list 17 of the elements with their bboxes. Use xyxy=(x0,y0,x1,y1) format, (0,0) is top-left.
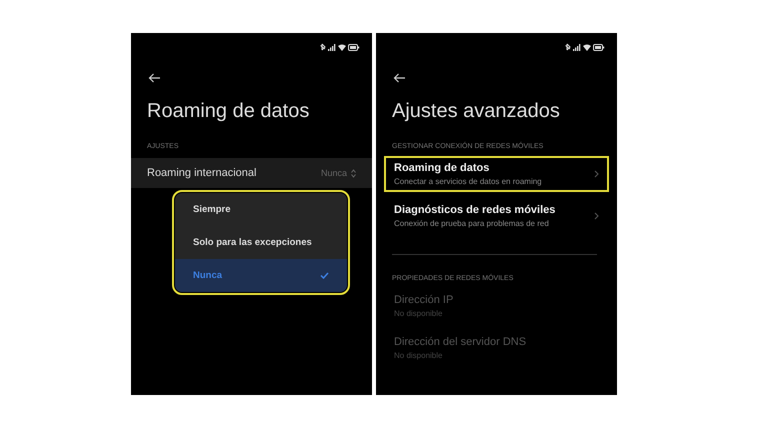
screen-title: Ajustes avanzados xyxy=(392,100,561,123)
setting-value: Nunca xyxy=(320,168,347,178)
screen-title: Roaming de datos xyxy=(147,100,310,123)
back-arrow-icon[interactable] xyxy=(393,73,406,83)
chevron-right-icon xyxy=(594,170,599,178)
settings-item[interactable]: Roaming de datos Conectar a servicios de datos en roaming xyxy=(384,156,609,192)
settings-item[interactable]: Diagnósticos de redes móviles Conexión de prueba para problemas de red xyxy=(384,198,609,234)
setting-row[interactable]: Roaming internacional Nunca xyxy=(131,158,372,188)
setting-label: Roaming internacional xyxy=(147,167,258,179)
up-down-icon xyxy=(351,168,356,178)
chevron-right-icon xyxy=(594,212,599,220)
status-icons xyxy=(320,43,360,52)
back-arrow-icon[interactable] xyxy=(148,73,161,83)
check-icon xyxy=(320,272,329,279)
menu-option[interactable]: Solo para las excepciones xyxy=(175,226,347,259)
menu-option[interactable]: Siempre xyxy=(175,193,347,226)
status-icons xyxy=(565,43,605,52)
